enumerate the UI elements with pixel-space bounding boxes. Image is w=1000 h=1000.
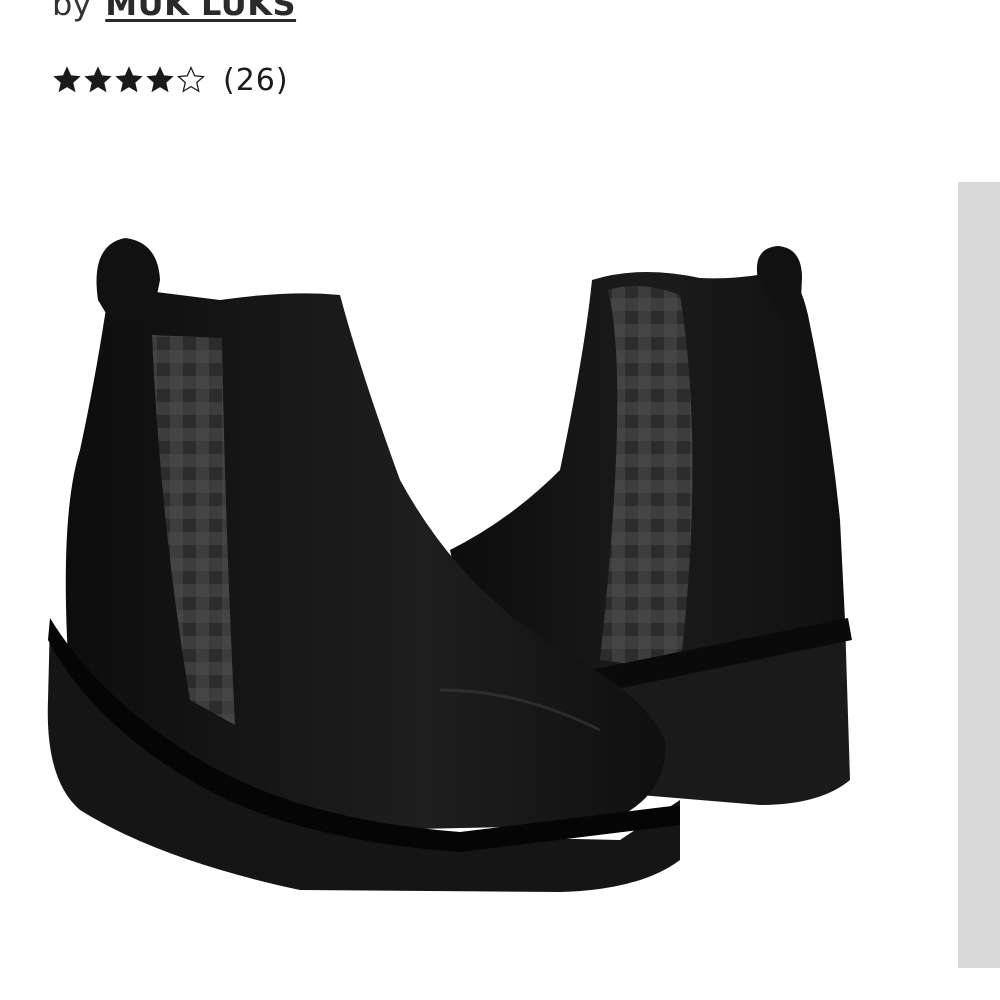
scrollbar-track[interactable] (958, 182, 1000, 968)
rating-summary[interactable]: (26) (52, 56, 289, 104)
review-count: (26) (223, 62, 289, 98)
star-filled-icon (84, 66, 112, 93)
star-empty-icon (176, 65, 206, 93)
product-image[interactable] (40, 220, 870, 920)
brand-link[interactable]: MUK LUKS (105, 0, 296, 23)
star-rating (52, 65, 207, 95)
star-filled-icon (53, 66, 81, 93)
star-filled-icon (146, 66, 174, 93)
by-label: by (52, 0, 92, 23)
star-filled-icon (115, 66, 143, 93)
product-byline: by MUK LUKS (52, 0, 296, 26)
